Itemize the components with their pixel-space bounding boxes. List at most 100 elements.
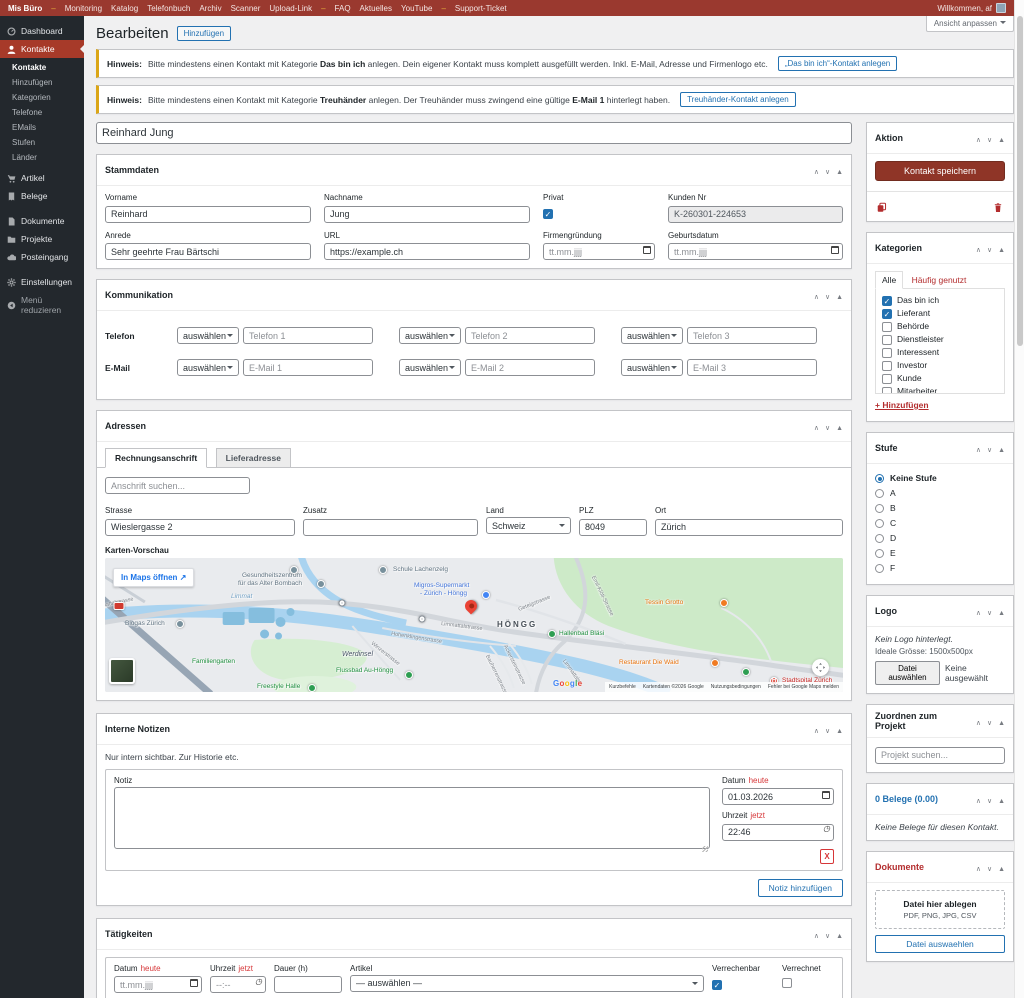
calendar-icon[interactable] xyxy=(831,246,839,254)
submenu-item-kategorien[interactable]: Kategorien xyxy=(0,90,84,105)
collapse-up-icon[interactable]: ∧ xyxy=(976,720,981,727)
file-dropzone[interactable]: Datei hier ablegen PDF, PNG, JPG, CSV xyxy=(875,890,1005,929)
create-treuhaender-button[interactable]: Treuhänder-Kontakt anlegen xyxy=(680,92,796,107)
sidebar-item-dokumente[interactable]: Dokumente xyxy=(0,212,84,230)
scrollbar[interactable] xyxy=(1014,0,1024,998)
submenu-item-hinzufgen[interactable]: Hinzufügen xyxy=(0,75,84,90)
submenu-item-telefone[interactable]: Telefone xyxy=(0,105,84,120)
collapse-up-icon[interactable]: ∧ xyxy=(976,247,981,254)
adminbar-item[interactable]: Monitoring xyxy=(65,4,102,13)
datum-hint[interactable]: heute xyxy=(749,776,769,785)
strasse-input[interactable] xyxy=(105,519,295,536)
sidebar-item-kontakte[interactable]: Kontakte xyxy=(0,40,84,58)
collapse-up-icon[interactable]: ∧ xyxy=(814,294,819,301)
add-notiz-button[interactable]: Notiz hinzufügen xyxy=(758,879,843,897)
clock-icon[interactable]: ◷ xyxy=(823,824,830,833)
collapse-up-icon[interactable]: ∧ xyxy=(814,425,819,432)
trash-icon[interactable] xyxy=(993,202,1003,213)
sidebar-item-posteingang[interactable]: Posteingang xyxy=(0,248,84,266)
collapse-down-icon[interactable]: ∨ xyxy=(987,247,992,254)
adminbar-item[interactable]: Support-Ticket xyxy=(455,4,507,13)
stufe-radio[interactable] xyxy=(875,549,884,558)
satellite-toggle[interactable] xyxy=(109,658,135,684)
toggle-icon[interactable]: ▲ xyxy=(998,447,1005,454)
collapse-down-icon[interactable]: ∨ xyxy=(987,866,992,873)
open-in-maps-button[interactable]: In Maps öffnen ↗ xyxy=(113,568,194,587)
adminbar-item[interactable]: Upload-Link xyxy=(269,4,312,13)
logo-file-button[interactable]: Datei auswählen xyxy=(875,661,940,685)
calendar-icon[interactable] xyxy=(643,246,651,254)
telefon-input-1[interactable] xyxy=(243,327,373,344)
tk-artikel-select[interactable]: — auswählen — xyxy=(350,975,704,992)
geburtsdatum-input[interactable] xyxy=(668,243,843,260)
collapse-down-icon[interactable]: ∨ xyxy=(825,728,830,735)
remove-notiz-button[interactable]: X xyxy=(820,849,834,864)
type-select[interactable]: auswählen xyxy=(177,327,239,344)
datum-hint[interactable]: heute xyxy=(141,964,161,973)
url-input[interactable] xyxy=(324,243,530,260)
ort-input[interactable] xyxy=(655,519,843,536)
collapse-down-icon[interactable]: ∨ xyxy=(825,425,830,432)
kategorie-checkbox[interactable] xyxy=(882,335,892,345)
submenu-item-lnder[interactable]: Länder xyxy=(0,150,84,165)
view-options-button[interactable]: Ansicht anpassen xyxy=(926,16,1014,32)
verrechnet-checkbox[interactable] xyxy=(782,978,792,988)
anrede-input[interactable] xyxy=(105,243,311,260)
email-input-2[interactable] xyxy=(465,359,595,376)
firmengruendung-input[interactable] xyxy=(543,243,655,260)
welcome-text[interactable]: Willkommen, af xyxy=(937,4,992,13)
collapse-up-icon[interactable]: ∧ xyxy=(814,169,819,176)
scrollbar-thumb[interactable] xyxy=(1017,16,1023,346)
tab-alle[interactable]: Alle xyxy=(875,271,903,289)
map-attribution-item[interactable]: Kartendaten ©2026 Google xyxy=(643,684,704,690)
contact-name-input[interactable] xyxy=(96,122,852,144)
clock-icon[interactable]: ◷ xyxy=(255,977,262,986)
verrechenbar-checkbox[interactable]: ✓ xyxy=(712,980,722,990)
adminbar-item[interactable]: Mis Büro xyxy=(8,4,42,13)
collapse-up-icon[interactable]: ∧ xyxy=(814,728,819,735)
kategorie-checkbox[interactable] xyxy=(882,348,892,358)
adminbar-item[interactable]: YouTube xyxy=(401,4,432,13)
map-attribution-item[interactable]: Kurzbefehle xyxy=(609,684,636,690)
kategorie-checkbox[interactable] xyxy=(882,374,892,384)
map-expand-button[interactable] xyxy=(812,659,829,676)
sidebar-item-projekte[interactable]: Projekte xyxy=(0,230,84,248)
uhrzeit-hint[interactable]: jetzt xyxy=(750,811,765,820)
toggle-icon[interactable]: ▲ xyxy=(836,933,843,940)
collapse-down-icon[interactable]: ∨ xyxy=(987,610,992,617)
sidebar-item-einstellungen[interactable]: Einstellungen xyxy=(0,273,84,291)
collapse-down-icon[interactable]: ∨ xyxy=(987,798,992,805)
tk-dauer-input[interactable] xyxy=(274,976,342,993)
duplicate-icon[interactable] xyxy=(877,202,887,213)
stufe-radio[interactable] xyxy=(875,489,884,498)
add-kategorie-link[interactable]: + Hinzufügen xyxy=(875,400,929,410)
adminbar-item[interactable]: Katalog xyxy=(111,4,138,13)
toggle-icon[interactable]: ▲ xyxy=(998,247,1005,254)
collapse-up-icon[interactable]: ∧ xyxy=(976,137,981,144)
tk-datum-input[interactable] xyxy=(114,976,202,993)
tab-lieferadresse[interactable]: Lieferadresse xyxy=(216,448,291,468)
kategorie-checkbox[interactable] xyxy=(882,322,892,332)
type-select[interactable]: auswählen xyxy=(621,327,683,344)
collapse-down-icon[interactable]: ∨ xyxy=(825,933,830,940)
uhrzeit-hint[interactable]: jetzt xyxy=(238,964,253,973)
projekt-search-input[interactable] xyxy=(875,747,1005,764)
adminbar-item[interactable]: FAQ xyxy=(335,4,351,13)
collapse-down-icon[interactable]: ∨ xyxy=(825,169,830,176)
create-das-bin-ich-button[interactable]: „Das bin ich“-Kontakt anlegen xyxy=(778,56,897,71)
notiz-datum-input[interactable] xyxy=(722,788,834,805)
toggle-icon[interactable]: ▲ xyxy=(836,169,843,176)
email-input-3[interactable] xyxy=(687,359,817,376)
submenu-item-emails[interactable]: EMails xyxy=(0,120,84,135)
sidebar-item-menreduzieren[interactable]: Menü reduzieren xyxy=(0,291,84,319)
plz-input[interactable] xyxy=(579,519,647,536)
kategorie-checkbox[interactable]: ✓ xyxy=(882,309,892,319)
notiz-textarea[interactable] xyxy=(114,787,710,849)
type-select[interactable]: auswählen xyxy=(399,327,461,344)
address-search-input[interactable] xyxy=(105,477,250,494)
sidebar-item-dashboard[interactable]: Dashboard xyxy=(0,22,84,40)
notiz-uhrzeit-input[interactable] xyxy=(722,824,834,841)
privat-checkbox[interactable]: ✓ xyxy=(543,209,553,219)
adminbar-item[interactable]: Aktuelles xyxy=(360,4,392,13)
map-attribution-item[interactable]: Fehler bei Google Maps melden xyxy=(768,684,839,690)
